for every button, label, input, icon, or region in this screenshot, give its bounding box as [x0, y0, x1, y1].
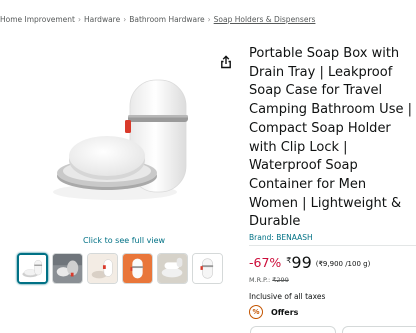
see-full-view-link[interactable]: Click to see full view	[83, 236, 165, 245]
mrp-label: M.R.P.:	[249, 276, 271, 284]
mrp-line: M.R.P.: ₹299	[249, 276, 289, 284]
brand-link[interactable]: Brand: BENAASH	[249, 233, 313, 242]
breadcrumb-item-soap-holders[interactable]: Soap Holders & Dispensers	[214, 15, 316, 24]
thumbnail-3[interactable]	[87, 253, 118, 284]
mrp-value: ₹299	[272, 276, 289, 284]
offers-header: % Offers	[249, 305, 298, 319]
thumbnail-strip	[17, 253, 223, 284]
price-value: 99	[291, 253, 312, 272]
discount-percent: -67%	[249, 255, 282, 270]
offer-card[interactable]	[342, 326, 416, 333]
offers-label: Offers	[271, 307, 299, 317]
breadcrumb-separator: ›	[207, 15, 211, 24]
breadcrumb-item-hardware[interactable]: Hardware	[84, 15, 120, 24]
product-main-image[interactable]	[45, 70, 205, 220]
thumbnail-4[interactable]	[122, 253, 153, 284]
unit-price: (₹9,900 /100 g)	[315, 260, 371, 268]
price-row: -67% ₹ 99 (₹9,900 /100 g)	[249, 254, 370, 272]
breadcrumb-item-home-improvement[interactable]: Home Improvement	[0, 15, 75, 24]
breadcrumb-separator: ›	[78, 15, 81, 24]
divider	[249, 245, 416, 246]
breadcrumb-item-bathroom-hardware[interactable]: Bathroom Hardware	[129, 15, 204, 24]
thumbnail-1[interactable]	[17, 253, 48, 284]
share-icon[interactable]	[219, 54, 233, 69]
thumbnail-5[interactable]	[157, 253, 188, 284]
product-title: Portable Soap Box with Drain Tray | Leak…	[249, 46, 412, 230]
thumbnail-6[interactable]	[192, 253, 223, 284]
thumbnail-2[interactable]	[52, 253, 83, 284]
breadcrumb-separator: ›	[123, 15, 127, 24]
offer-percent-icon: %	[249, 305, 263, 319]
offer-card[interactable]	[250, 326, 336, 333]
breadcrumb: Home Improvement › Hardware › Bathroom Hardw…	[0, 15, 315, 24]
tax-note: Inclusive of all taxes	[249, 292, 326, 301]
